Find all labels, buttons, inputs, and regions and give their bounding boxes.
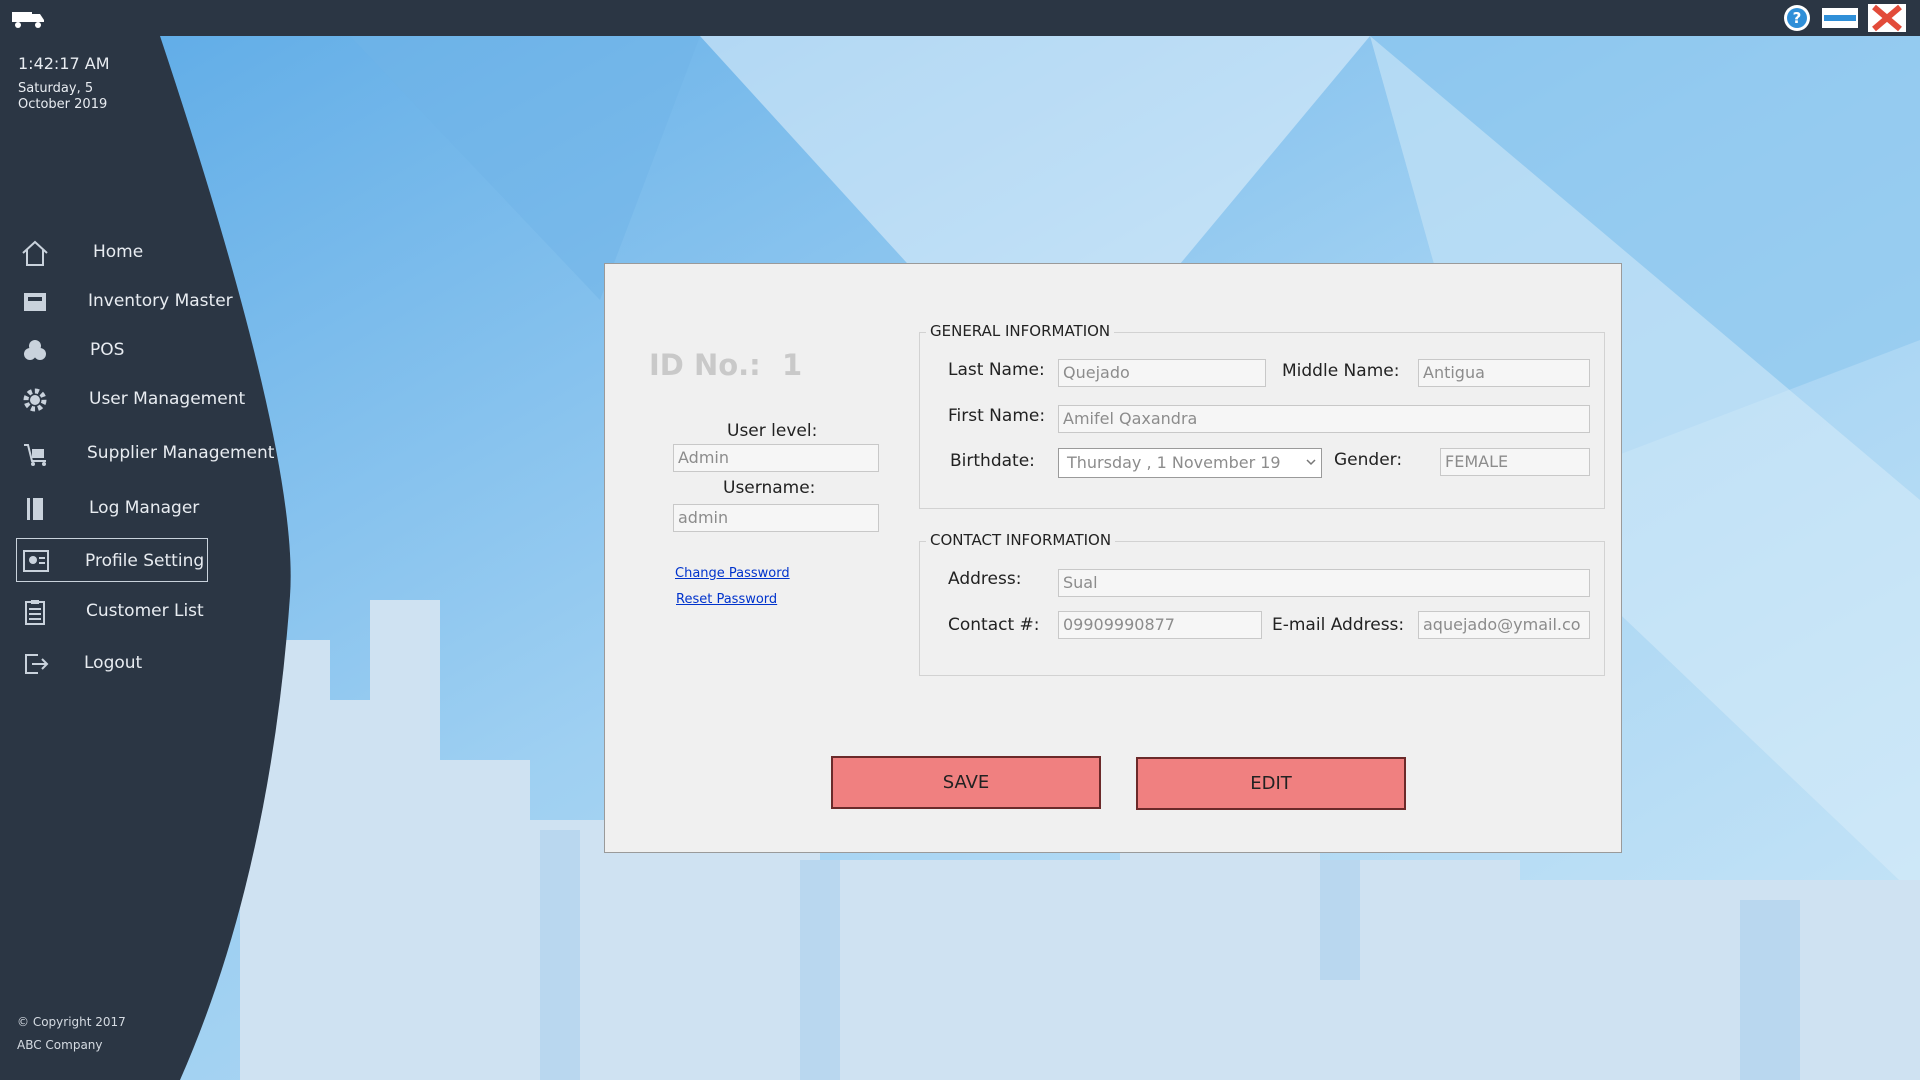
copyright: © Copyright 2017 ABC Company: [17, 1011, 126, 1057]
minimize-bar-icon[interactable]: [1820, 2, 1860, 34]
profile-icon: [23, 550, 49, 572]
pos-icon: [24, 340, 46, 360]
address-field[interactable]: Sual: [1058, 569, 1590, 597]
nav-item-supplier-management[interactable]: Supplier Management: [16, 433, 274, 473]
first-name-field[interactable]: Amifel Qaxandra: [1058, 405, 1590, 433]
chevron-down-icon[interactable]: [1305, 456, 1317, 468]
email-field[interactable]: aquejado@ymail.co: [1418, 611, 1590, 639]
id-label: ID No.:: [649, 348, 761, 382]
nav-label-user-management: User Management: [89, 389, 246, 409]
question-circle-icon[interactable]: ?: [1780, 2, 1814, 34]
nav-label-inventory-master: Inventory Master: [88, 291, 233, 311]
clock-time: 1:42:17 AM: [18, 54, 110, 73]
nav-item-user-management[interactable]: User Management: [16, 379, 245, 419]
profile-setting-panel: ID No.: 1 User level: Admin Username: ad…: [604, 263, 1622, 853]
nav-label-supplier-management: Supplier Management: [87, 443, 275, 463]
log-icon: [27, 498, 43, 520]
contact-number-field[interactable]: 09909990877: [1058, 611, 1262, 639]
clock-date: Saturday, 5 October 2019: [18, 81, 108, 112]
logout-icon: [25, 654, 49, 674]
nav-item-profile-setting[interactable]: Profile Setting: [16, 538, 208, 582]
home-icon: [22, 240, 48, 266]
title-bar: ?: [0, 0, 1920, 36]
edit-button[interactable]: EDIT: [1136, 757, 1406, 810]
nav-label-log-manager: Log Manager: [89, 498, 200, 518]
inventory-icon: [24, 293, 46, 311]
truck-icon: [12, 12, 44, 28]
middle-name-label: Middle Name:: [1282, 361, 1400, 381]
gender-label: Gender:: [1334, 450, 1403, 470]
contact-information-title: CONTACT INFORMATION: [926, 531, 1116, 549]
user-level-field[interactable]: Admin: [673, 444, 879, 472]
nav-item-inventory-master[interactable]: Inventory Master: [16, 281, 233, 321]
general-information-group: GENERAL INFORMATION Last Name: Quejado M…: [919, 322, 1605, 509]
nav-label-home: Home: [93, 242, 144, 262]
nav-label-logout: Logout: [84, 653, 143, 673]
sidebar: 1:42:17 AM Saturday, 5 October 2019 Home…: [0, 36, 300, 1080]
contact-number-label: Contact #:: [948, 615, 1040, 635]
birthdate-value: Thursday , 1 November 19: [1067, 453, 1281, 472]
reset-password-link[interactable]: Reset Password: [676, 592, 777, 607]
nav-item-pos[interactable]: POS: [16, 330, 206, 370]
change-password-link[interactable]: Change Password: [675, 566, 790, 581]
supplier-icon: [24, 444, 46, 466]
username-field[interactable]: admin: [673, 504, 879, 532]
id-value: 1: [782, 348, 803, 382]
email-label: E-mail Address:: [1272, 615, 1405, 635]
first-name-label: First Name:: [948, 406, 1046, 426]
nav-item-log-manager[interactable]: Log Manager: [16, 488, 206, 528]
nav-label-customer-list: Customer List: [86, 601, 204, 621]
contact-information-group: CONTACT INFORMATION Address: Sual Contac…: [919, 531, 1605, 676]
nav-label-pos: POS: [90, 340, 125, 360]
save-button[interactable]: SAVE: [831, 756, 1101, 809]
user-level-label: User level:: [727, 421, 818, 441]
last-name-field[interactable]: Quejado: [1058, 359, 1266, 387]
company-name: ABC Company: [17, 1038, 103, 1052]
nav-item-home[interactable]: Home: [16, 232, 206, 272]
username-label: Username:: [723, 478, 816, 498]
close-x-icon[interactable]: [1866, 2, 1908, 34]
last-name-label: Last Name:: [948, 360, 1045, 380]
address-label: Address:: [948, 569, 1022, 589]
general-information-title: GENERAL INFORMATION: [926, 322, 1115, 340]
copyright-line: © Copyright 2017: [17, 1015, 126, 1029]
nav-item-logout[interactable]: Logout: [16, 643, 206, 683]
gender-field[interactable]: FEMALE: [1440, 448, 1590, 476]
nav-item-customer-list[interactable]: Customer List: [16, 591, 206, 631]
middle-name-field[interactable]: Antigua: [1418, 359, 1590, 387]
birthdate-picker[interactable]: Thursday , 1 November 19: [1058, 448, 1322, 478]
nav-label-profile-setting: Profile Setting: [85, 551, 205, 571]
gear-icon: [23, 388, 47, 412]
clipboard-icon: [25, 600, 45, 625]
svg-text:?: ?: [1793, 9, 1802, 27]
birthdate-label: Birthdate:: [950, 451, 1035, 471]
